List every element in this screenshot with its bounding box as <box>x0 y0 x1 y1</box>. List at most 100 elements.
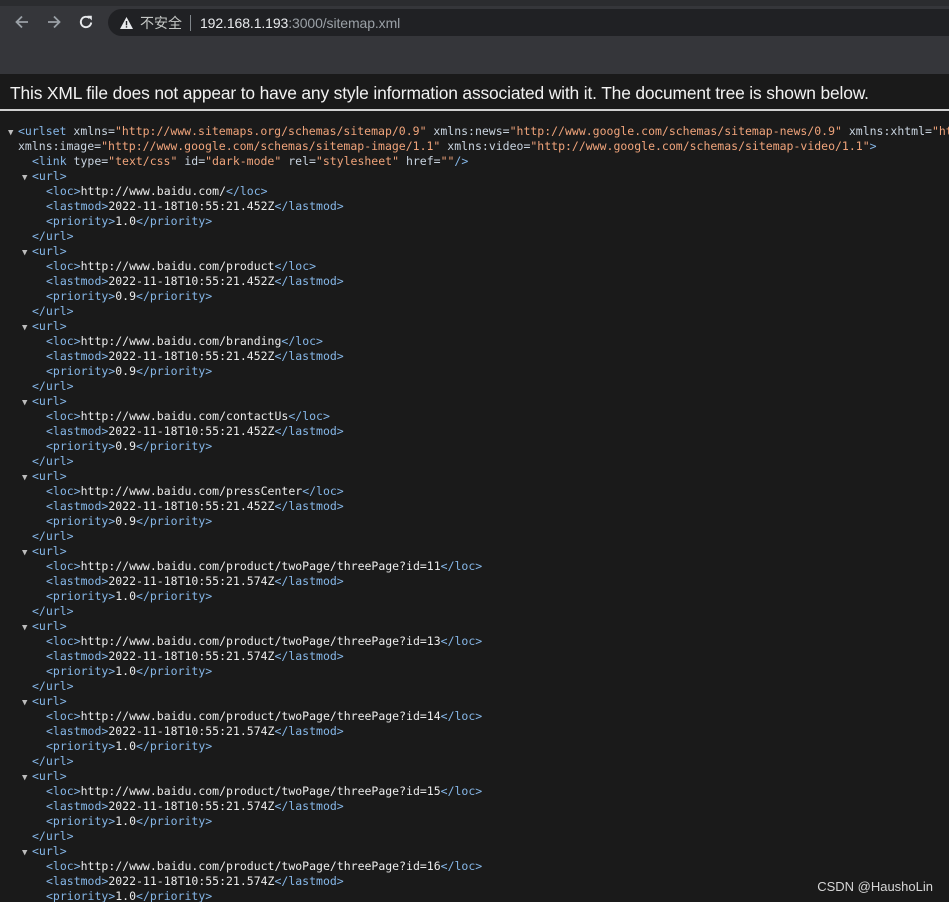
xml-tag: <lastmod> <box>46 649 109 663</box>
url-loc-value: http://www.baidu.com/product/twoPage/thr… <box>80 784 441 798</box>
url-loc-line: <loc>http://www.baidu.com/product/twoPag… <box>8 784 949 799</box>
xml-tag: </lastmod> <box>274 349 344 363</box>
url-close-line: </url> <box>8 304 949 319</box>
url-lastmod-value: 2022-11-18T10:55:21.452Z <box>108 499 275 513</box>
url-priority-line: <priority>0.9</priority> <box>8 364 949 379</box>
xml-tag: <loc> <box>46 409 81 423</box>
forward-button[interactable] <box>42 10 66 34</box>
url-open-line: ▼ <url> <box>8 469 949 484</box>
url-priority-value: 0.9 <box>115 289 137 303</box>
url-open-line: ▼ <url> <box>8 394 949 409</box>
url-priority-value: 0.9 <box>115 439 137 453</box>
url-loc-value: http://www.baidu.com/pressCenter <box>80 484 303 498</box>
url-lastmod-line: <lastmod>2022-11-18T10:55:21.452Z</lastm… <box>8 274 949 289</box>
xml-tag: </priority> <box>136 439 213 453</box>
xml-attribute-value: "http://www.google.com/schemas/sitemap-n… <box>509 124 842 138</box>
xml-tag: </lastmod> <box>274 424 344 438</box>
url-loc-line: <loc>http://www.baidu.com/</loc> <box>8 184 949 199</box>
url-lastmod-line: <lastmod>2022-11-18T10:55:21.574Z</lastm… <box>8 724 949 739</box>
xml-document-tree: ▼ <urlset xmlns="http://www.sitemaps.org/… <box>8 124 949 902</box>
url-priority-value: 1.0 <box>115 214 137 228</box>
xml-tag: <loc> <box>46 184 81 198</box>
urlset-open-line: ▼ <urlset xmlns="http://www.sitemaps.org/… <box>8 124 949 139</box>
urlset-attrs-line: xmlns:image="http://www.google.com/schem… <box>8 139 949 154</box>
xml-tag: </loc> <box>274 259 317 273</box>
url-open-line: ▼ <url> <box>8 319 949 334</box>
xml-tag: </url> <box>32 379 74 393</box>
xml-tag: <lastmod> <box>46 574 109 588</box>
xml-tag: <priority> <box>46 289 116 303</box>
url-priority-value: 1.0 <box>115 664 137 678</box>
reload-icon <box>79 15 93 29</box>
xml-tag: </loc> <box>440 859 483 873</box>
url-loc-value: http://www.baidu.com/product/twoPage/thr… <box>80 559 441 573</box>
xml-attribute-name: xmlns:image= <box>18 139 102 153</box>
xml-tag: </lastmod> <box>274 874 344 888</box>
address-bar[interactable]: 不安全 192.168.1.193:3000/sitemap.xml <box>108 9 949 36</box>
url-priority-line: <priority>1.0</priority> <box>8 889 949 902</box>
url-priority-line: <priority>1.0</priority> <box>8 589 949 604</box>
url-loc-line: <loc>http://www.baidu.com/product/twoPag… <box>8 634 949 649</box>
xml-attribute-name: rel= <box>281 154 316 168</box>
back-button[interactable] <box>10 10 34 34</box>
xml-tag: </lastmod> <box>274 199 344 213</box>
reload-button[interactable] <box>74 10 98 34</box>
xml-tag: </lastmod> <box>274 574 344 588</box>
xml-tag: <url> <box>32 469 67 483</box>
url-loc-value: http://www.baidu.com/product/twoPage/thr… <box>80 709 441 723</box>
url-priority-value: 0.9 <box>115 514 137 528</box>
url-lastmod-value: 2022-11-18T10:55:21.574Z <box>108 649 275 663</box>
link-element-line: <link type="text/css" id="dark-mode" rel… <box>8 154 949 169</box>
xml-tag: <loc> <box>46 784 81 798</box>
xml-attribute-name: type= <box>73 154 109 168</box>
xml-tag: </priority> <box>136 664 213 678</box>
xml-tag: <priority> <box>46 814 116 828</box>
url-loc-line: <loc>http://www.baidu.com/product</loc> <box>8 259 949 274</box>
xml-tag: </url> <box>32 754 74 768</box>
browser-toolbar: 不安全 192.168.1.193:3000/sitemap.xml <box>0 6 949 38</box>
xml-tag: <loc> <box>46 634 81 648</box>
xml-tag: <lastmod> <box>46 499 109 513</box>
xml-attribute-value: "http://www.google.com/schemas/sitemap-i… <box>101 139 441 153</box>
url-lastmod-line: <lastmod>2022-11-18T10:55:21.452Z</lastm… <box>8 424 949 439</box>
xml-attribute-value: "http://www.google.com/schemas/sitemap-v… <box>530 139 870 153</box>
xml-tag: <priority> <box>46 889 116 902</box>
xml-tag: <priority> <box>46 439 116 453</box>
url-text[interactable]: 192.168.1.193:3000/sitemap.xml <box>200 15 400 31</box>
url-priority-value: 1.0 <box>115 814 137 828</box>
url-lastmod-value: 2022-11-18T10:55:21.452Z <box>108 424 275 438</box>
xml-tag: <url> <box>32 619 67 633</box>
bookmark-bar <box>0 38 949 74</box>
url-close-line: </url> <box>8 229 949 244</box>
xml-attribute-name: xmlns:video= <box>440 139 531 153</box>
url-priority-value: 0.9 <box>115 364 137 378</box>
xml-tag: </loc> <box>288 409 330 423</box>
url-priority-value: 1.0 <box>115 589 137 603</box>
url-open-line: ▼ <url> <box>8 169 949 184</box>
header-divider <box>0 109 949 111</box>
url-lastmod-value: 2022-11-18T10:55:21.574Z <box>108 574 275 588</box>
xml-tag: <url> <box>32 244 67 258</box>
warning-icon[interactable] <box>119 16 134 30</box>
xml-tag: </url> <box>32 829 74 843</box>
url-open-line: ▼ <url> <box>8 694 949 709</box>
url-loc-value: http://www.baidu.com/product <box>80 259 275 273</box>
url-loc-line: <loc>http://www.baidu.com/product/twoPag… <box>8 859 949 874</box>
url-close-line: </url> <box>8 829 949 844</box>
url-loc-line: <loc>http://www.baidu.com/product/twoPag… <box>8 559 949 574</box>
url-loc-value: http://www.baidu.com/ <box>80 184 227 198</box>
arrow-left-icon <box>15 15 28 29</box>
url-loc-line: <loc>http://www.baidu.com/contactUs</loc… <box>8 409 949 424</box>
security-label[interactable]: 不安全 <box>140 13 182 33</box>
xml-tag: <loc> <box>46 259 81 273</box>
watermark: CSDN @HaushoLin <box>817 879 933 894</box>
xml-tag: </url> <box>32 679 74 693</box>
xml-tag: </url> <box>32 304 74 318</box>
xml-tag: </lastmod> <box>274 649 344 663</box>
address-divider <box>190 14 191 31</box>
xml-tag: <loc> <box>46 559 81 573</box>
url-lastmod-value: 2022-11-18T10:55:21.452Z <box>108 349 275 363</box>
url-loc-line: <loc>http://www.baidu.com/branding</loc> <box>8 334 949 349</box>
xml-tag: </priority> <box>136 514 213 528</box>
xml-tag: </priority> <box>136 739 213 753</box>
